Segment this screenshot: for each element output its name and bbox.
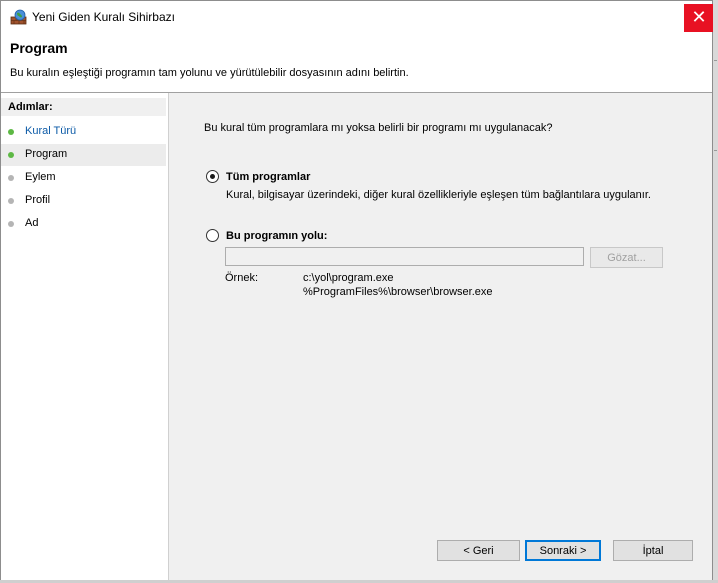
firewall-icon — [10, 9, 27, 25]
this-program-label[interactable]: Bu programın yolu: — [226, 230, 327, 242]
example-path-2: %ProgramFiles%\browser\browser.exe — [303, 286, 493, 298]
step-label: Program — [25, 148, 68, 160]
example-label: Örnek: — [225, 272, 259, 284]
step-ad: Ad — [1, 213, 166, 235]
close-button[interactable]: ✕ — [684, 4, 714, 32]
close-icon: ✕ — [691, 7, 707, 28]
background-line — [714, 60, 717, 61]
step-complete-icon — [8, 129, 14, 135]
browse-button[interactable]: Gözat... — [590, 247, 663, 268]
step-current-icon — [8, 152, 14, 158]
step-eylem: Eylem — [1, 167, 166, 189]
steps-header: Adımlar: — [1, 98, 166, 116]
step-pending-icon — [8, 221, 14, 227]
window-title: Yeni Giden Kuralı Sihirbazı — [32, 10, 175, 24]
step-kural-turu[interactable]: Kural Türü — [1, 121, 166, 143]
cancel-button[interactable]: İptal — [613, 540, 693, 561]
background-window-edge — [713, 0, 718, 583]
page-description: Bu kuralın eşleştiği programın tam yolun… — [10, 67, 409, 79]
step-label: Eylem — [25, 171, 56, 183]
steps-sidebar: Adımlar: Kural Türü Program Eylem Profil… — [1, 93, 169, 580]
wizard-dialog: Yeni Giden Kuralı Sihirbazı ✕ Program Bu… — [0, 0, 714, 580]
wizard-content: Bu kural tüm programlara mı yoksa belirl… — [169, 93, 712, 580]
all-programs-description: Kural, bilgisayar üzerindeki, diğer kura… — [226, 189, 651, 201]
next-button[interactable]: Sonraki > — [525, 540, 601, 561]
steps-title: Adımlar: — [8, 101, 53, 113]
step-program[interactable]: Program — [1, 144, 166, 166]
this-program-radio[interactable] — [206, 229, 219, 242]
step-label: Kural Türü — [25, 125, 77, 137]
page-title: Program — [10, 40, 68, 56]
title-bar[interactable]: Yeni Giden Kuralı Sihirbazı ✕ — [1, 1, 714, 32]
step-label: Ad — [25, 217, 39, 229]
step-pending-icon — [8, 175, 14, 181]
question-text: Bu kural tüm programlara mı yoksa belirl… — [204, 122, 553, 134]
back-button[interactable]: < Geri — [437, 540, 520, 561]
all-programs-label[interactable]: Tüm programlar — [226, 171, 310, 183]
example-path-1: c:\yol\program.exe — [303, 272, 394, 284]
step-profil: Profil — [1, 190, 166, 212]
all-programs-radio[interactable] — [206, 170, 219, 183]
background-line — [714, 150, 717, 151]
step-pending-icon — [8, 198, 14, 204]
program-path-input[interactable] — [225, 247, 584, 266]
step-label: Profil — [25, 194, 51, 206]
